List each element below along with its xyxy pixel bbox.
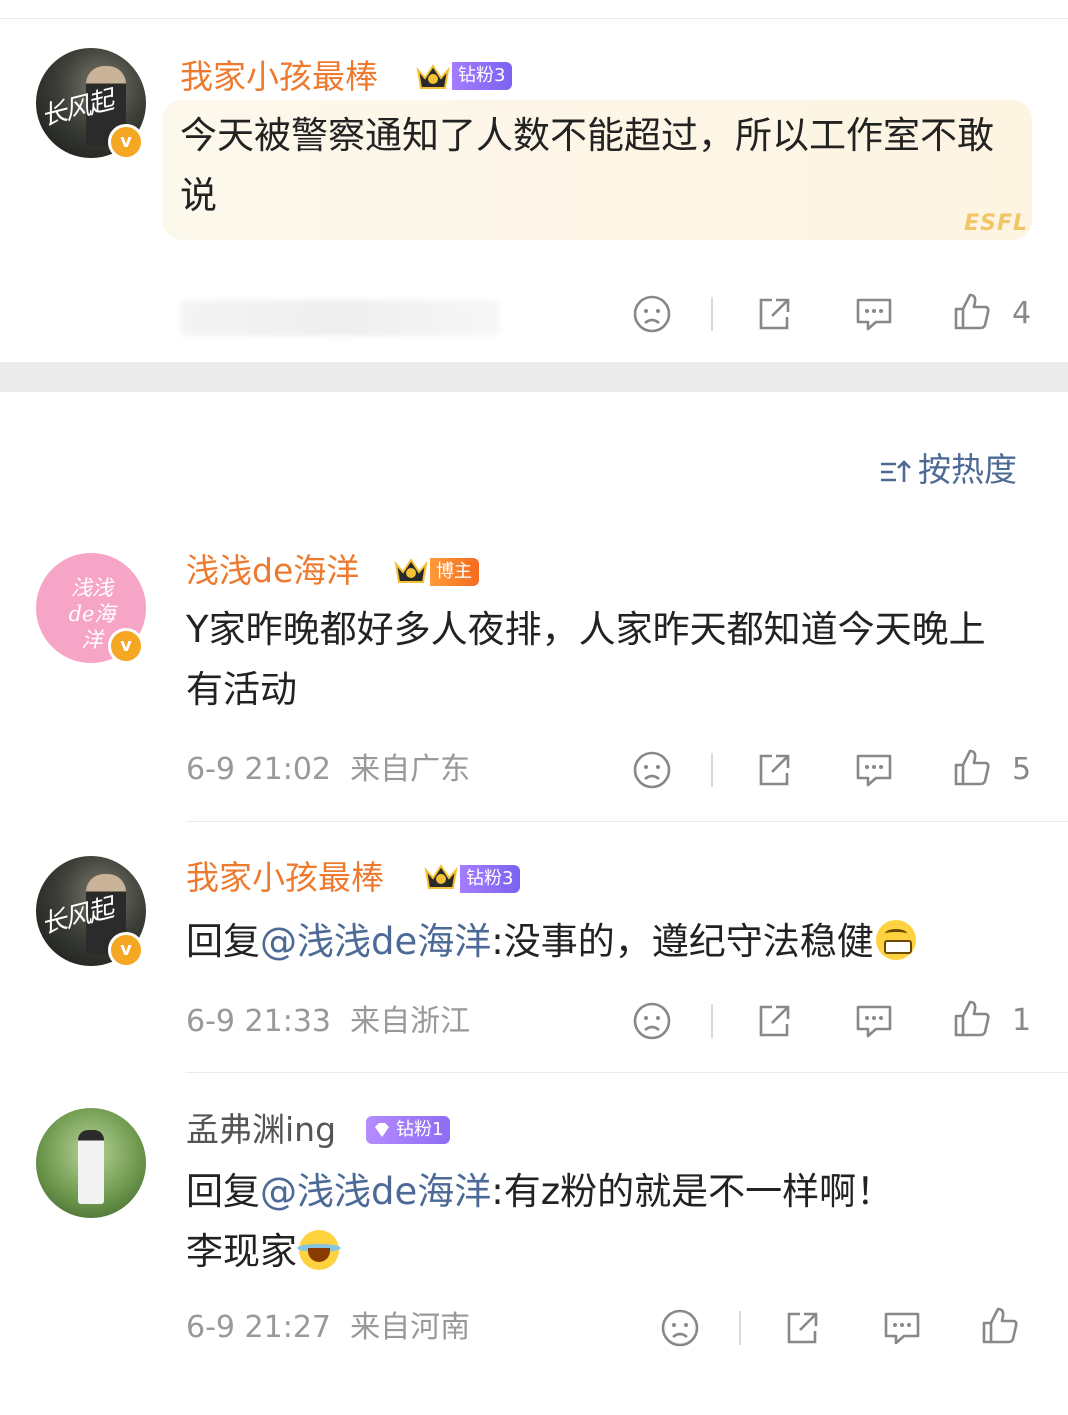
comment-icon [856, 754, 892, 787]
crown-icon [424, 864, 458, 889]
diamond-icon [375, 1123, 389, 1137]
sad-face-icon [633, 751, 671, 789]
sad-face-icon [661, 1309, 699, 1347]
comment-meta: 6-9 21:02 来自广东 [186, 750, 470, 790]
sad-face-icon [633, 295, 671, 333]
mention-link[interactable]: @浅浅de海洋 [260, 920, 491, 963]
comment-location: 来自广东 [350, 752, 471, 787]
blogger-badge: 博主 [430, 558, 479, 586]
comment-time: 6-9 21:27 [186, 1310, 331, 1345]
dislike-button[interactable] [630, 999, 674, 1043]
fan-badge: 钻粉1 [366, 1116, 451, 1144]
thumbs-up-icon [982, 1307, 1018, 1344]
reply-prefix: 回复 [186, 1170, 260, 1213]
share-button[interactable] [752, 292, 796, 336]
comment-text: 今天被警察通知了人数不能超过，所以工作室不敢说 [180, 114, 994, 217]
action-separator [711, 297, 713, 331]
comment-icon [856, 298, 892, 331]
share-icon [759, 754, 790, 786]
comment-time: 6-9 21:02 [186, 752, 331, 787]
action-separator [711, 753, 713, 787]
fan-badge: 钻粉3 [460, 865, 521, 893]
avatar[interactable] [36, 1108, 146, 1218]
username[interactable]: 浅浅de海洋 [186, 551, 359, 591]
reply-button[interactable] [852, 999, 896, 1043]
comment-divider [186, 821, 1068, 822]
share-button[interactable] [780, 1306, 824, 1350]
dislike-button[interactable] [658, 1306, 702, 1350]
username[interactable]: 我家小孩最棒 [186, 858, 384, 898]
top-divider [0, 18, 1068, 19]
reply-button[interactable] [852, 292, 896, 336]
share-button[interactable] [752, 748, 796, 792]
comment-icon [856, 1005, 892, 1038]
comment-text: 回复@浅浅de海洋:有z粉的就是不一样啊！ 李现家 [186, 1162, 1046, 1282]
reply-button[interactable] [852, 748, 896, 792]
reply-prefix: 回复 [186, 920, 260, 963]
action-separator [739, 1311, 741, 1345]
dislike-button[interactable] [630, 748, 674, 792]
reply-body: :有z粉的就是不一样啊！ [491, 1170, 894, 1213]
comment-text: 回复@浅浅de海洋:没事的，遵纪守法稳健 [186, 912, 1056, 972]
username[interactable]: 我家小孩最棒 [180, 57, 378, 97]
like-button[interactable] [950, 746, 994, 790]
section-gap [0, 362, 1068, 392]
crown-icon [394, 558, 428, 583]
like-button[interactable] [950, 997, 994, 1041]
blurred-meta [180, 300, 500, 336]
laugh-cry-emoji-icon [297, 1230, 341, 1270]
mention-link[interactable]: @浅浅de海洋 [260, 1170, 491, 1213]
reply-body: :没事的，遵纪守法稳健 [491, 920, 874, 963]
share-icon [759, 298, 790, 330]
avatar-figure [78, 1130, 104, 1204]
crown-icon [416, 64, 450, 89]
like-count: 5 [1012, 752, 1032, 787]
comment-icon [884, 1312, 920, 1345]
thumbs-up-icon [954, 749, 990, 786]
thumbs-up-icon [954, 293, 990, 330]
sort-label: 按热度 [918, 450, 1017, 489]
fan-badge: 钻粉3 [452, 62, 513, 90]
comment-location: 来自河南 [350, 1310, 471, 1345]
verified-icon: v [108, 628, 144, 664]
comment-time: 6-9 21:33 [186, 1004, 331, 1039]
dislike-button[interactable] [630, 292, 674, 336]
comment-meta: 6-9 21:33 来自浙江 [186, 1002, 470, 1042]
like-button[interactable] [978, 1304, 1022, 1348]
reply-button[interactable] [880, 1306, 924, 1350]
verified-icon: v [108, 124, 144, 160]
sad-face-icon [633, 1002, 671, 1040]
share-icon [787, 1312, 818, 1344]
action-separator [711, 1004, 713, 1038]
comment-text: Y家昨晚都好多人夜排，人家昨天都知道今天晚上有活动 [186, 608, 986, 711]
username[interactable]: 孟弗渊ing [186, 1110, 336, 1150]
share-icon [759, 1005, 790, 1037]
verified-icon: v [108, 932, 144, 968]
sort-icon [881, 459, 911, 482]
fan-badge-label: 钻粉1 [396, 1119, 444, 1140]
like-count: 4 [1012, 296, 1032, 331]
comment-location: 来自浙江 [350, 1004, 471, 1039]
share-button[interactable] [752, 999, 796, 1043]
like-count: 1 [1012, 1003, 1032, 1038]
thumbs-up-icon [954, 1000, 990, 1037]
grin-emoji-icon [875, 920, 916, 960]
comment-meta: 6-9 21:27 来自河南 [186, 1308, 470, 1348]
like-button[interactable] [950, 290, 994, 334]
sort-button[interactable]: 按热度 [878, 448, 1017, 492]
reply-body-line2: 李现家 [186, 1230, 297, 1273]
comment-divider [186, 1072, 1068, 1073]
